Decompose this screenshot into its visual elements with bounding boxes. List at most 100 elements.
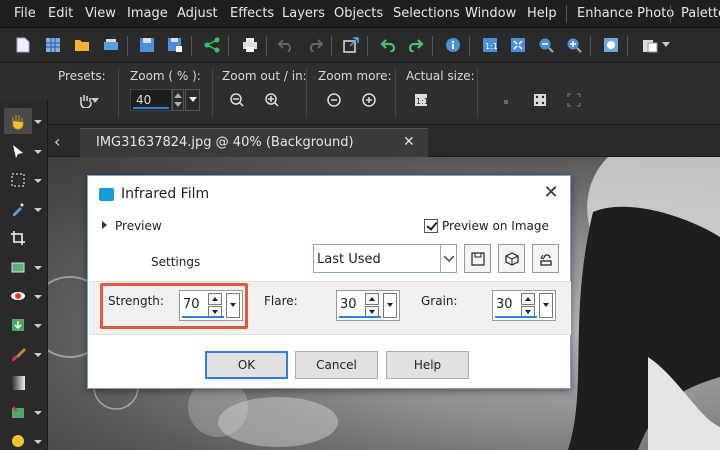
zoom-label: Zoom ( % ): bbox=[130, 69, 201, 83]
ok-button[interactable]: OK bbox=[205, 351, 288, 379]
menu-file[interactable]: File bbox=[14, 6, 36, 24]
zoom-100-icon[interactable]: 1:1 bbox=[480, 35, 500, 55]
menu-palettes[interactable]: Palette bbox=[681, 6, 720, 24]
paste-icon[interactable] bbox=[640, 35, 660, 55]
pick-tool-icon[interactable] bbox=[4, 138, 32, 164]
grain-spinner[interactable]: 30 bbox=[492, 290, 556, 321]
dropper-tool-icon[interactable] bbox=[4, 196, 32, 222]
settings-value: Last Used bbox=[317, 252, 381, 267]
actual-size-icon[interactable]: 1:1 bbox=[412, 91, 430, 109]
tool-flyout-caret[interactable] bbox=[34, 150, 42, 154]
crop-tool-icon[interactable] bbox=[4, 225, 32, 251]
toolbar-separator bbox=[191, 36, 192, 56]
forward-icon[interactable] bbox=[406, 35, 426, 55]
zoom-dropdown[interactable] bbox=[185, 89, 200, 111]
grid-icon[interactable] bbox=[43, 35, 63, 55]
menu-edit[interactable]: Edit bbox=[48, 6, 73, 24]
strength-spinner[interactable]: 70 bbox=[179, 290, 243, 321]
zoom-spinner[interactable] bbox=[172, 89, 184, 111]
zoom-in-icon[interactable] bbox=[263, 91, 281, 109]
spin-up-icon[interactable] bbox=[521, 293, 535, 305]
checkbox-checked-icon[interactable] bbox=[424, 219, 438, 233]
fill-tool-icon[interactable] bbox=[4, 399, 32, 425]
triangle-right-icon bbox=[102, 221, 107, 229]
chevron-left-icon[interactable]: ‹ bbox=[54, 132, 68, 151]
menu-selections[interactable]: Selections bbox=[393, 6, 460, 24]
tool-flyout-caret[interactable] bbox=[34, 411, 42, 415]
color-tool-icon[interactable] bbox=[4, 428, 32, 450]
dot-small-icon[interactable] bbox=[497, 93, 515, 111]
menu-view[interactable]: View bbox=[85, 6, 116, 24]
cancel-button[interactable]: Cancel bbox=[295, 351, 378, 379]
revert-icon[interactable] bbox=[378, 35, 398, 55]
dialog-title-bar[interactable]: Infrared Film ✕ bbox=[88, 176, 570, 212]
slider-dropdown-icon[interactable] bbox=[383, 293, 397, 318]
menu-enhance-photo[interactable]: Enhance Photo bbox=[577, 6, 674, 24]
menu-window[interactable]: Window bbox=[465, 6, 516, 24]
tool-flyout-caret[interactable] bbox=[34, 179, 42, 183]
fit-window-icon[interactable] bbox=[601, 35, 621, 55]
zoom-out-icon[interactable] bbox=[228, 91, 246, 109]
help-button[interactable]: Help bbox=[386, 351, 469, 379]
tool-flyout-caret[interactable] bbox=[34, 208, 42, 212]
tool-flyout-caret[interactable] bbox=[34, 266, 42, 270]
tool-flyout-caret[interactable] bbox=[34, 440, 42, 444]
settings-dropdown[interactable]: Last Used bbox=[313, 244, 457, 273]
tab-close-icon[interactable]: ✕ bbox=[403, 134, 415, 150]
red-eye-tool-icon[interactable] bbox=[4, 283, 32, 309]
save-as-icon[interactable] bbox=[165, 35, 185, 55]
presets-dropdown-icon[interactable] bbox=[90, 92, 100, 110]
paint-brush-icon[interactable] bbox=[4, 341, 32, 367]
preview-toggle[interactable]: Preview bbox=[102, 219, 162, 233]
menu-help[interactable]: Help bbox=[527, 6, 557, 24]
dialog-close-icon[interactable]: ✕ bbox=[540, 182, 562, 204]
tool-flyout-caret[interactable] bbox=[34, 120, 42, 124]
document-tab[interactable]: IMG31637824.jpg @ 40% (Background) ✕ bbox=[80, 128, 428, 157]
print-icon[interactable] bbox=[240, 35, 260, 55]
new-icon[interactable] bbox=[13, 35, 33, 55]
menu-effects[interactable]: Effects bbox=[230, 6, 274, 24]
clone-tool-icon[interactable] bbox=[4, 312, 32, 338]
tools-palette bbox=[0, 100, 48, 450]
info-icon[interactable] bbox=[443, 35, 463, 55]
reset-icon[interactable] bbox=[532, 244, 559, 273]
strength-value: 70 bbox=[183, 297, 200, 312]
fit-center-icon[interactable] bbox=[531, 91, 549, 109]
straighten-tool-icon[interactable] bbox=[4, 254, 32, 280]
fit-expand-icon[interactable] bbox=[565, 91, 583, 109]
gradient-tool-icon[interactable] bbox=[4, 370, 32, 396]
chevron-down-icon[interactable] bbox=[661, 35, 671, 55]
zoom-percent-input[interactable]: 40 bbox=[130, 89, 172, 111]
tool-flyout-caret[interactable] bbox=[34, 353, 42, 357]
menu-objects[interactable]: Objects bbox=[334, 6, 383, 24]
menu-image[interactable]: Image bbox=[127, 6, 168, 24]
spin-up-icon[interactable] bbox=[365, 293, 379, 305]
pan-tool-icon[interactable] bbox=[4, 108, 32, 134]
resize-icon[interactable] bbox=[341, 35, 361, 55]
zoom-more-out-icon[interactable] bbox=[325, 91, 343, 109]
spin-up-icon[interactable] bbox=[208, 293, 222, 305]
save-icon[interactable] bbox=[137, 35, 157, 55]
scanner-icon[interactable] bbox=[101, 35, 121, 55]
save-preset-icon[interactable] bbox=[464, 244, 491, 273]
zoom-more-in-icon[interactable] bbox=[360, 91, 378, 109]
redo-icon[interactable] bbox=[305, 35, 325, 55]
menu-layers[interactable]: Layers bbox=[282, 6, 325, 24]
chevron-down-icon[interactable] bbox=[440, 245, 456, 272]
toolbar-separator bbox=[469, 36, 470, 56]
tool-flyout-caret[interactable] bbox=[34, 295, 42, 299]
flare-underline bbox=[339, 316, 381, 318]
randomize-icon[interactable] bbox=[498, 244, 525, 273]
zoom-in-icon[interactable] bbox=[564, 35, 584, 55]
undo-icon[interactable] bbox=[276, 35, 296, 55]
open-folder-icon[interactable] bbox=[72, 35, 92, 55]
slider-dropdown-icon[interactable] bbox=[226, 293, 240, 318]
fit-icon[interactable] bbox=[508, 35, 528, 55]
tool-flyout-caret[interactable] bbox=[34, 324, 42, 328]
flare-spinner[interactable]: 30 bbox=[336, 290, 400, 321]
zoom-out-icon[interactable] bbox=[536, 35, 556, 55]
slider-dropdown-icon[interactable] bbox=[539, 293, 553, 318]
menu-adjust[interactable]: Adjust bbox=[177, 6, 218, 24]
share-icon[interactable] bbox=[202, 35, 222, 55]
selection-tool-icon[interactable] bbox=[4, 167, 32, 193]
